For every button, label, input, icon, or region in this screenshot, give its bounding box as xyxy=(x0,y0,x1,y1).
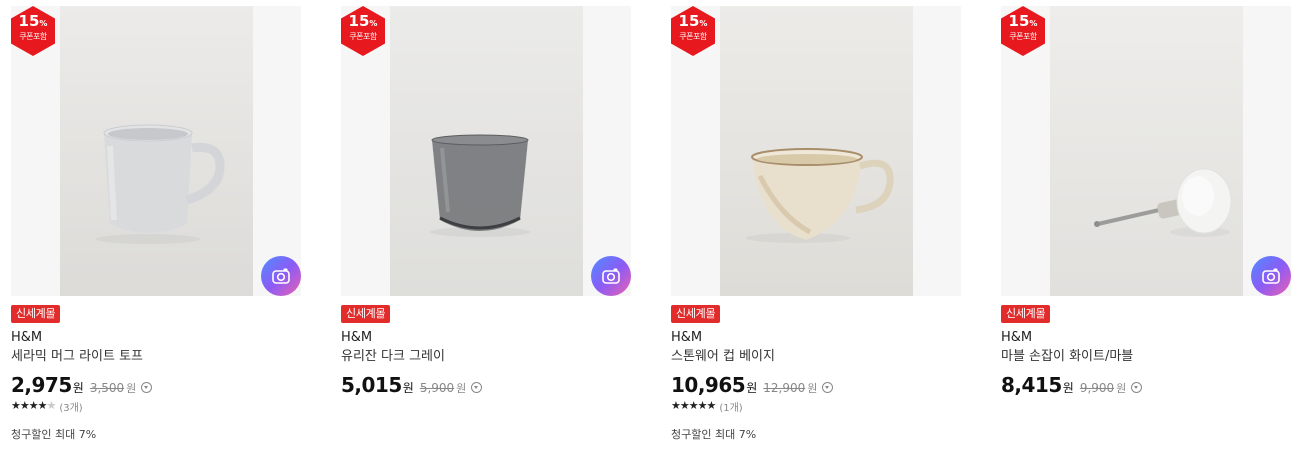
product-image[interactable]: 15% 쿠폰포함 xyxy=(1001,6,1291,296)
coupon-label: 쿠폰포함 xyxy=(679,32,707,41)
percent-sign: % xyxy=(369,19,378,28)
product-card[interactable]: 15% 쿠폰포함 신세계몰 H&M 마블 손잡이 화이트/마블 8,415 원 … xyxy=(1001,0,1301,463)
product-name[interactable]: 스톤웨어 컵 베이지 xyxy=(671,349,775,365)
coupon-badge: 15% 쿠폰포함 xyxy=(1001,6,1045,56)
star-icon: ★★★★★ xyxy=(671,399,716,412)
original-currency: 원 xyxy=(126,382,137,395)
camera-icon xyxy=(1262,268,1280,284)
glass-photo xyxy=(390,6,583,296)
coupon-badge: 15% 쿠폰포함 xyxy=(671,6,715,56)
knob-photo xyxy=(1050,6,1243,296)
knob-illustration xyxy=(1094,168,1232,237)
currency: 원 xyxy=(72,381,84,395)
camera-button[interactable] xyxy=(261,256,301,296)
price-row: 2,975 원 3,500 원 xyxy=(11,373,153,397)
currency: 원 xyxy=(402,381,414,395)
card-discount-note: 청구할인 최대 7% xyxy=(11,428,97,441)
brand-name[interactable]: H&M xyxy=(671,330,702,346)
chevron-down-circle-icon[interactable] xyxy=(141,382,153,393)
star-icon: ★★★★★ xyxy=(11,399,56,413)
review-count: (1개) xyxy=(719,402,743,414)
camera-icon xyxy=(272,268,290,284)
mug-photo xyxy=(60,6,253,296)
stars-half: ★ xyxy=(46,399,56,412)
store-badge[interactable]: 신세계몰 xyxy=(1001,305,1051,323)
original-price: 5,900 xyxy=(419,381,455,395)
rating[interactable]: ★★★★★ (1개) xyxy=(671,399,743,414)
product-card[interactable]: 15% 쿠폰포함 신세계몰 H&M 스톤웨어 컵 베이지 10,965 원 12… xyxy=(671,0,971,463)
product-name[interactable]: 유리잔 다크 그레이 xyxy=(341,349,445,365)
product-image[interactable]: 15% 쿠폰포함 xyxy=(671,6,961,296)
sale-price: 8,415 xyxy=(1001,373,1062,397)
stars-full: ★★★★ xyxy=(11,399,47,412)
chevron-down-circle-icon[interactable] xyxy=(1131,382,1143,393)
original-currency: 원 xyxy=(456,382,467,395)
camera-icon xyxy=(602,268,620,284)
coupon-percent: 15 xyxy=(678,12,700,30)
product-image[interactable]: 15% 쿠폰포함 xyxy=(11,6,301,296)
coupon-label: 쿠폰포함 xyxy=(19,32,47,41)
coupon-label: 쿠폰포함 xyxy=(1009,32,1037,41)
currency: 원 xyxy=(746,381,758,395)
cup-photo xyxy=(720,6,913,296)
card-discount-note: 청구할인 최대 7% xyxy=(671,428,757,441)
percent-sign: % xyxy=(1029,19,1038,28)
price-row: 10,965 원 12,900 원 xyxy=(671,373,834,397)
currency: 원 xyxy=(1062,381,1074,395)
sale-price: 2,975 xyxy=(11,373,72,397)
review-count: (3개) xyxy=(59,402,83,414)
chevron-down-circle-icon[interactable] xyxy=(822,382,834,393)
coupon-label: 쿠폰포함 xyxy=(349,32,377,41)
percent-sign: % xyxy=(39,19,48,28)
original-price: 12,900 xyxy=(763,381,806,395)
coupon-percent: 15 xyxy=(1008,12,1030,30)
coupon-percent: 15 xyxy=(18,12,40,30)
coupon-badge: 15% 쿠폰포함 xyxy=(341,6,385,56)
sale-price: 10,965 xyxy=(671,373,746,397)
coupon-badge: 15% 쿠폰포함 xyxy=(11,6,55,56)
camera-button[interactable] xyxy=(1251,256,1291,296)
product-image[interactable]: 15% 쿠폰포함 xyxy=(341,6,631,296)
percent-sign: % xyxy=(699,19,708,28)
product-card[interactable]: 15% 쿠폰포함 신세계몰 H&M 유리잔 다크 그레이 5,015 원 5,9… xyxy=(341,0,641,463)
price-row: 8,415 원 9,900 원 xyxy=(1001,373,1143,397)
store-badge[interactable]: 신세계몰 xyxy=(341,305,391,323)
brand-name[interactable]: H&M xyxy=(11,330,42,346)
brand-name[interactable]: H&M xyxy=(1001,330,1032,346)
product-card[interactable]: 15% 쿠폰포함 신세계몰 H&M 세라믹 머그 라이트 토프 2,975 원 … xyxy=(11,0,311,463)
mug-illustration xyxy=(96,124,225,244)
cup-illustration xyxy=(746,148,894,243)
glass-illustration xyxy=(430,134,530,237)
brand-name[interactable]: H&M xyxy=(341,330,372,346)
rating[interactable]: ★★★★★ (3개) xyxy=(11,399,83,414)
store-badge[interactable]: 신세계몰 xyxy=(11,305,61,323)
original-price: 9,900 xyxy=(1079,381,1115,395)
product-name[interactable]: 마블 손잡이 화이트/마블 xyxy=(1001,349,1133,365)
original-currency: 원 xyxy=(807,382,818,395)
chevron-down-circle-icon[interactable] xyxy=(471,382,483,393)
original-currency: 원 xyxy=(1116,382,1127,395)
original-price: 3,500 xyxy=(89,381,125,395)
product-name[interactable]: 세라믹 머그 라이트 토프 xyxy=(11,349,143,365)
camera-button[interactable] xyxy=(591,256,631,296)
store-badge[interactable]: 신세계몰 xyxy=(671,305,721,323)
sale-price: 5,015 xyxy=(341,373,402,397)
price-row: 5,015 원 5,900 원 xyxy=(341,373,483,397)
coupon-percent: 15 xyxy=(348,12,370,30)
